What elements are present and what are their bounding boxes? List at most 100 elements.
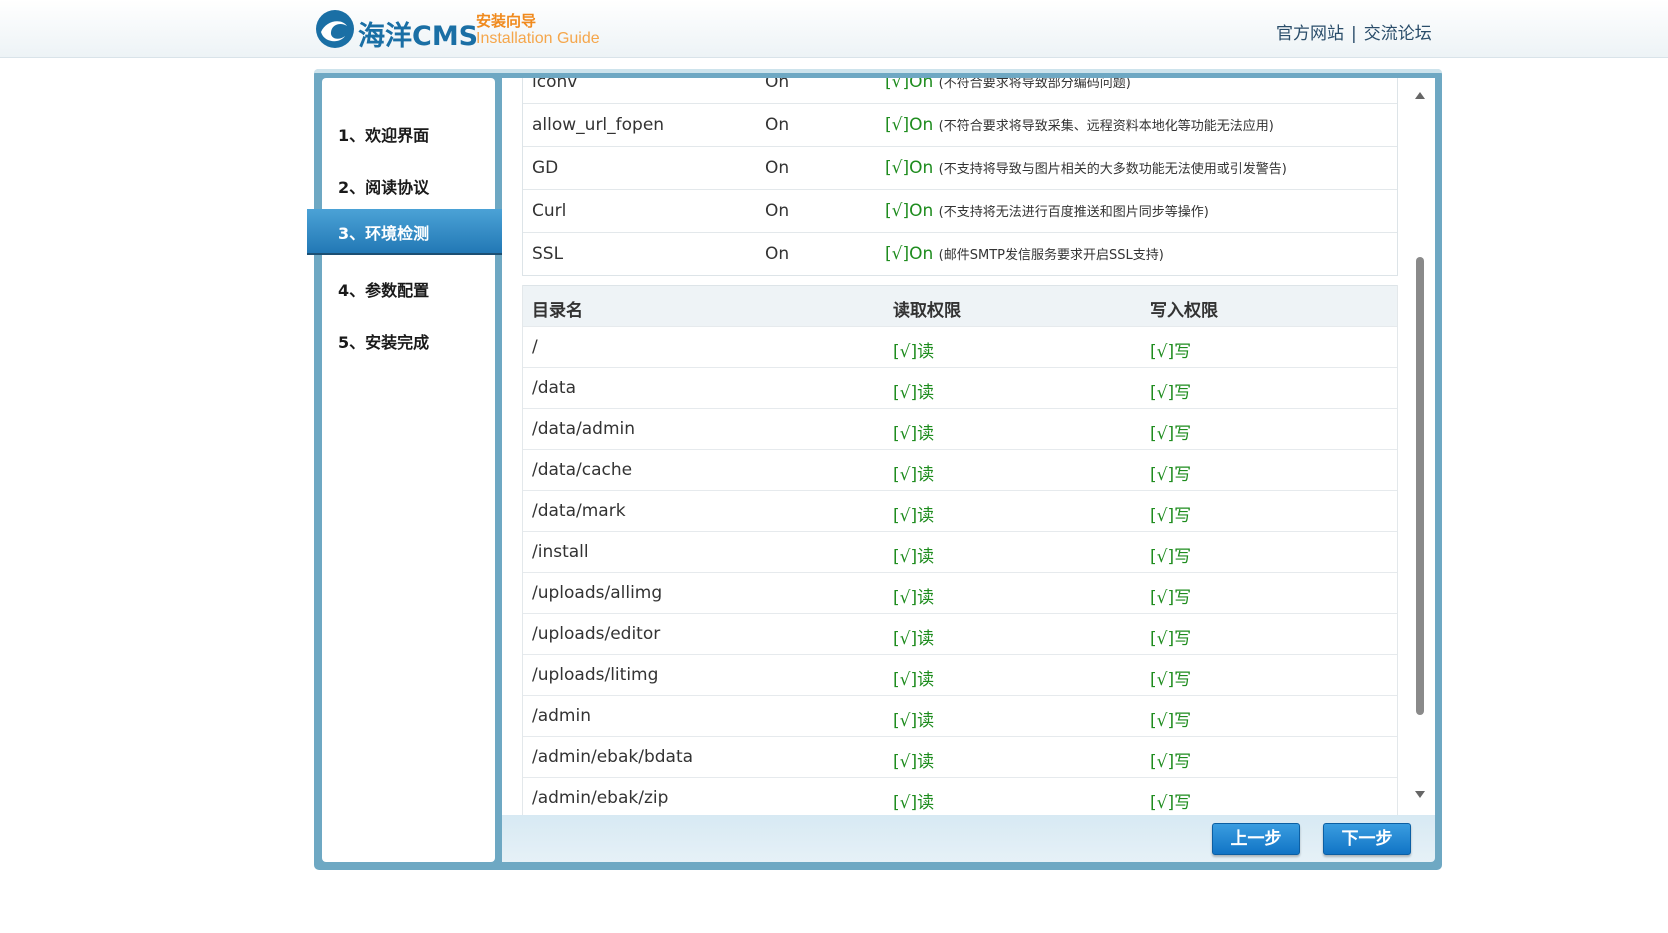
env-status-text: [√]On bbox=[885, 78, 934, 92]
dir-write-status: [√]写 bbox=[1150, 670, 1192, 690]
dir-read-status: [√]读 bbox=[893, 752, 935, 772]
dir-write-status: [√]写 bbox=[1150, 342, 1192, 362]
step-env-check: 3、环境检测 bbox=[338, 224, 430, 243]
dir-name: /uploads/allimg bbox=[532, 583, 663, 603]
prev-step-button[interactable]: 上一步 bbox=[1212, 823, 1300, 855]
dir-row: /uploads/allimg [√]读 [√]写 bbox=[523, 572, 1397, 613]
dir-row: /data/cache [√]读 [√]写 bbox=[523, 449, 1397, 490]
dir-read-status: [√]读 bbox=[893, 465, 935, 485]
env-name: Curl bbox=[532, 201, 567, 221]
dir-name: /data/cache bbox=[532, 460, 633, 480]
dir-read-status: [√]读 bbox=[893, 629, 935, 649]
dir-read-status: [√]读 bbox=[893, 793, 935, 813]
env-row: GD On [√]On (不支持将导致与图片相关的大多数功能无法使用或引发警告) bbox=[523, 146, 1397, 189]
env-note: (不符合要求将导致部分编码问题) bbox=[938, 78, 1131, 91]
step-agreement: 2、阅读协议 bbox=[338, 178, 430, 197]
dir-name: /admin/ebak/zip bbox=[532, 788, 669, 808]
env-table: iconv On [√]On (不符合要求将导致部分编码问题) allow_url_f… bbox=[522, 78, 1398, 276]
env-note: (不符合要求将导致采集、远程资料本地化等功能无法应用) bbox=[938, 119, 1274, 134]
dir-read-status: [√]读 bbox=[893, 383, 935, 403]
guide-title-en: Installation Guide bbox=[476, 30, 600, 47]
env-row: Curl On [√]On (不支持将无法进行百度推送和图片同步等操作) bbox=[523, 189, 1397, 232]
dir-name: / bbox=[532, 337, 538, 357]
env-status: [√]On (不支持将导致与图片相关的大多数功能无法使用或引发警告) bbox=[885, 158, 1287, 178]
env-name: allow_url_fopen bbox=[532, 115, 665, 135]
env-status-text: [√]On bbox=[885, 244, 934, 264]
dir-write-status: [√]写 bbox=[1150, 547, 1192, 567]
env-value: On bbox=[765, 158, 790, 178]
env-value: On bbox=[765, 78, 790, 92]
env-row: iconv On [√]On (不符合要求将导致部分编码问题) bbox=[523, 78, 1397, 103]
dir-name: /uploads/editor bbox=[532, 624, 661, 644]
env-name: GD bbox=[532, 158, 559, 178]
header-read: 读取权限 bbox=[893, 301, 961, 321]
header-write: 写入权限 bbox=[1150, 301, 1218, 321]
dir-name: /uploads/litimg bbox=[532, 665, 659, 685]
env-status: [√]On (不符合要求将导致部分编码问题) bbox=[885, 78, 1131, 92]
env-value: On bbox=[765, 115, 790, 135]
dir-write-status: [√]写 bbox=[1150, 383, 1192, 403]
env-value: On bbox=[765, 201, 790, 221]
dir-read-status: [√]读 bbox=[893, 670, 935, 690]
dir-row: / [√]读 [√]写 bbox=[523, 326, 1397, 367]
scroll-down-arrow-icon[interactable] bbox=[1413, 788, 1427, 800]
env-note: (不支持将导致与图片相关的大多数功能无法使用或引发警告) bbox=[938, 162, 1287, 177]
forum-link[interactable]: 交流论坛 bbox=[1364, 24, 1432, 44]
guide-title-cn: 安装向导 bbox=[476, 12, 537, 30]
header: 海洋CMS 安装向导 Installation Guide 官方网站 | 交流论坛 bbox=[0, 0, 1668, 58]
env-row: SSL On [√]On (邮件SMTP发信服务要求开启SSL支持) bbox=[523, 232, 1397, 275]
dir-write-status: [√]写 bbox=[1150, 465, 1192, 485]
top-links: 官方网站 | 交流论坛 bbox=[1276, 19, 1432, 44]
env-name: SSL bbox=[532, 244, 564, 264]
dir-name: /install bbox=[532, 542, 589, 562]
dir-table-header: 目录名 读取权限 写入权限 bbox=[523, 285, 1397, 326]
dir-row: /uploads/litimg [√]读 [√]写 bbox=[523, 654, 1397, 695]
header-dir: 目录名 bbox=[532, 301, 583, 321]
scrollbar-thumb[interactable] bbox=[1416, 257, 1424, 715]
dir-table: 目录名 读取权限 写入权限 / [√]读 [√]写/data [√]读 [√]写/dat… bbox=[522, 285, 1398, 815]
env-status-text: [√]On bbox=[885, 115, 934, 135]
logo-icon bbox=[316, 10, 354, 48]
dir-read-status: [√]读 bbox=[893, 342, 935, 362]
dir-row: /data/mark [√]读 [√]写 bbox=[523, 490, 1397, 531]
content-panel[interactable]: iconv On [√]On (不符合要求将导致部分编码问题) allow_url_f… bbox=[502, 78, 1435, 815]
step-config: 4、参数配置 bbox=[338, 281, 430, 300]
env-status: [√]On (不支持将无法进行百度推送和图片同步等操作) bbox=[885, 201, 1209, 221]
dir-name: /data/mark bbox=[532, 501, 626, 521]
dir-write-status: [√]写 bbox=[1150, 711, 1192, 731]
dir-row: /admin [√]读 [√]写 bbox=[523, 695, 1397, 736]
scroll-up-arrow-icon[interactable] bbox=[1413, 90, 1427, 102]
dir-write-status: [√]写 bbox=[1150, 506, 1192, 526]
dir-read-status: [√]读 bbox=[893, 424, 935, 444]
dir-read-status: [√]读 bbox=[893, 506, 935, 526]
env-status: [√]On (不符合要求将导致采集、远程资料本地化等功能无法应用) bbox=[885, 115, 1274, 135]
env-status: [√]On (邮件SMTP发信服务要求开启SSL支持) bbox=[885, 244, 1164, 264]
next-step-button[interactable]: 下一步 bbox=[1323, 823, 1411, 855]
env-note: (不支持将无法进行百度推送和图片同步等操作) bbox=[938, 205, 1209, 220]
env-status-text: [√]On bbox=[885, 201, 934, 221]
official-site-link[interactable]: 官方网站 bbox=[1276, 24, 1344, 44]
dir-write-status: [√]写 bbox=[1150, 752, 1192, 772]
dir-name: /admin bbox=[532, 706, 591, 726]
dir-write-status: [√]写 bbox=[1150, 588, 1192, 608]
dir-name: /data/admin bbox=[532, 419, 636, 439]
dir-row: /data/admin [√]读 [√]写 bbox=[523, 408, 1397, 449]
env-note: (邮件SMTP发信服务要求开启SSL支持) bbox=[938, 248, 1164, 263]
env-row: allow_url_fopen On [√]On (不符合要求将导致采集、远程资料本… bbox=[523, 103, 1397, 146]
env-status-text: [√]On bbox=[885, 158, 934, 178]
dir-row: /install [√]读 [√]写 bbox=[523, 531, 1397, 572]
step-welcome: 1、欢迎界面 bbox=[338, 126, 430, 145]
dir-read-status: [√]读 bbox=[893, 547, 935, 567]
step-complete: 5、安装完成 bbox=[338, 333, 430, 352]
env-value: On bbox=[765, 244, 790, 264]
link-separator: | bbox=[1351, 24, 1357, 44]
brand-name: 海洋CMS bbox=[358, 21, 479, 52]
env-name: iconv bbox=[532, 78, 578, 92]
dir-write-status: [√]写 bbox=[1150, 793, 1192, 813]
dir-write-status: [√]写 bbox=[1150, 629, 1192, 649]
dir-name: /data bbox=[532, 378, 577, 398]
dir-row: /admin/ebak/bdata [√]读 [√]写 bbox=[523, 736, 1397, 777]
dir-read-status: [√]读 bbox=[893, 711, 935, 731]
dir-read-status: [√]读 bbox=[893, 588, 935, 608]
dir-row: /admin/ebak/zip [√]读 [√]写 bbox=[523, 777, 1397, 815]
